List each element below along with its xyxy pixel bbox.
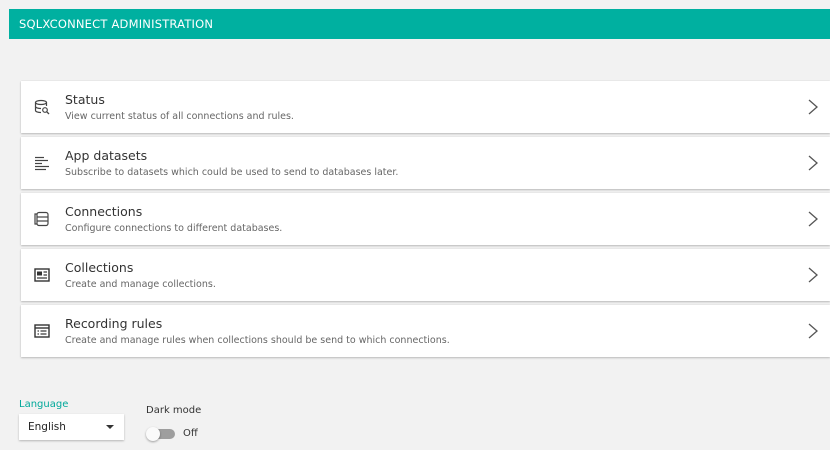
app-header: SQLXCONNECT ADMINISTRATION bbox=[9, 9, 830, 39]
toggle-thumb bbox=[146, 427, 160, 441]
caret-down-icon bbox=[106, 425, 114, 429]
chevron-right-icon bbox=[808, 267, 818, 283]
menu-card-description: Configure connections to different datab… bbox=[65, 223, 283, 234]
menu-card-app-datasets[interactable]: App datasets Subscribe to datasets which… bbox=[21, 137, 830, 189]
menu-card-description: Create and manage collections. bbox=[65, 279, 216, 290]
language-select[interactable]: English bbox=[19, 414, 124, 440]
collection-card-icon bbox=[34, 266, 50, 284]
language-selected-value: English bbox=[28, 421, 66, 433]
menu-card-title: App datasets bbox=[65, 148, 148, 163]
database-connection-icon bbox=[34, 210, 50, 228]
dark-mode-label: Dark mode bbox=[146, 405, 202, 416]
database-search-icon bbox=[34, 98, 50, 116]
menu-card-description: Create and manage rules when collections… bbox=[65, 335, 450, 346]
menu-card-collections[interactable]: Collections Create and manage collection… bbox=[21, 249, 830, 301]
dark-mode-toggle[interactable] bbox=[146, 427, 178, 441]
menu-card-title: Status bbox=[65, 92, 105, 107]
dataset-list-icon bbox=[34, 154, 50, 172]
chevron-right-icon bbox=[808, 211, 818, 227]
menu-card-title: Recording rules bbox=[65, 316, 163, 331]
menu-card-status[interactable]: Status View current status of all connec… bbox=[21, 81, 830, 133]
menu-card-description: Subscribe to datasets which could be use… bbox=[65, 167, 399, 178]
language-label: Language bbox=[19, 399, 69, 410]
app-title: SQLXCONNECT ADMINISTRATION bbox=[19, 17, 214, 31]
dark-mode-state: Off bbox=[183, 428, 198, 439]
chevron-right-icon bbox=[808, 99, 818, 115]
menu-card-title: Collections bbox=[65, 260, 134, 275]
chevron-right-icon bbox=[808, 323, 818, 339]
menu-card-description: View current status of all connections a… bbox=[65, 111, 294, 122]
menu-card-connections[interactable]: Connections Configure connections to dif… bbox=[21, 193, 830, 245]
chevron-right-icon bbox=[808, 155, 818, 171]
menu-card-title: Connections bbox=[65, 204, 143, 219]
menu-card-recording-rules[interactable]: Recording rules Create and manage rules … bbox=[21, 305, 830, 357]
rules-list-icon bbox=[34, 322, 50, 340]
